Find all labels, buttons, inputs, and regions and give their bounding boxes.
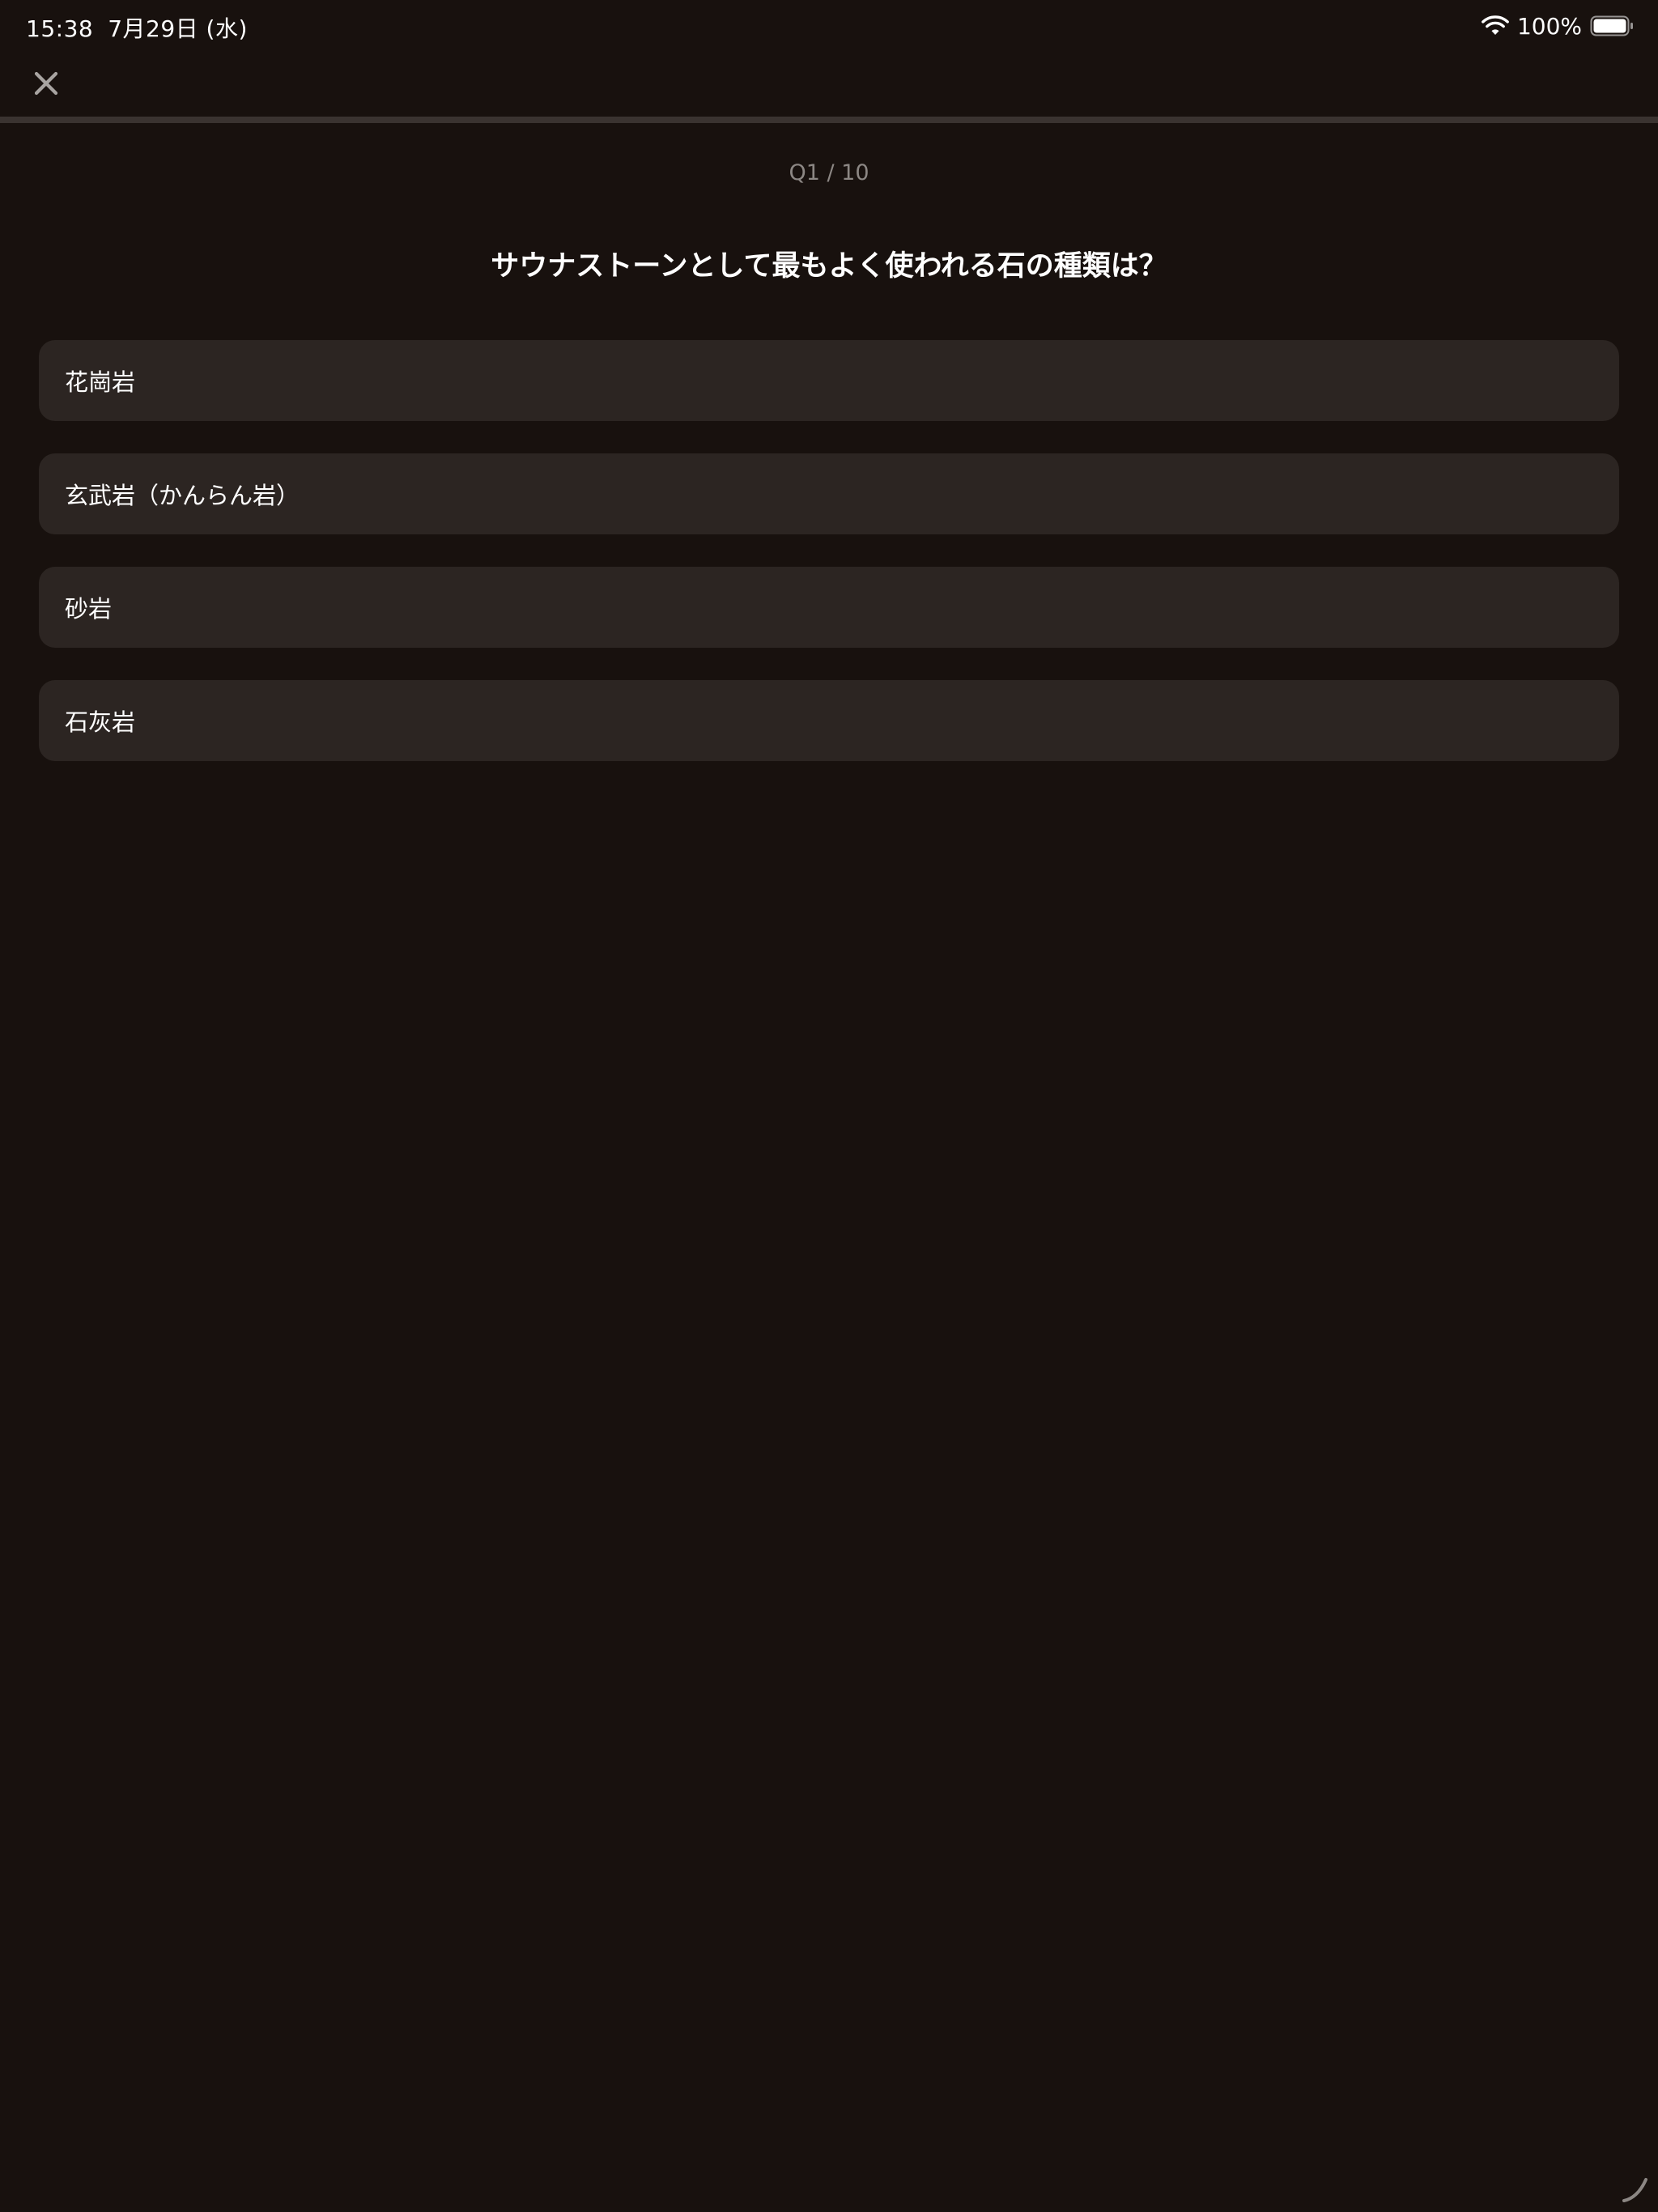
close-icon <box>34 71 58 96</box>
question-text: サウナストーンとして最もよく使われる石の種類は？ <box>491 250 1167 283</box>
question-counter: Q1 / 10 <box>789 160 869 185</box>
answer-options: 花崗岩 玄武岩（かんらん岩） 砂岩 石灰岩 <box>39 340 1619 793</box>
answer-option-label: 砂岩 <box>65 595 113 623</box>
status-indicators: 100% <box>1482 10 1634 42</box>
answer-option-1[interactable]: 花崗岩 <box>39 340 1619 421</box>
wifi-icon <box>1482 15 1509 35</box>
status-bar: 15:38 7月29日 (水) 100% <box>0 0 1658 52</box>
close-button[interactable] <box>24 62 68 105</box>
status-date: 7月29日 (水) <box>108 15 248 42</box>
answer-option-label: 石灰岩 <box>65 708 136 736</box>
status-time-date: 15:38 7月29日 (水) <box>26 11 248 44</box>
answer-option-3[interactable]: 砂岩 <box>39 567 1619 648</box>
battery-icon <box>1590 15 1633 36</box>
status-time: 15:38 <box>26 15 94 42</box>
answer-option-2[interactable]: 玄武岩（かんらん岩） <box>39 453 1619 534</box>
answer-option-label: 玄武岩（かんらん岩） <box>65 482 300 509</box>
quiz-progress-bar <box>0 117 1658 123</box>
pencil-hint-icon <box>1622 2178 1647 2202</box>
battery-percent: 100% <box>1516 12 1582 40</box>
answer-option-4[interactable]: 石灰岩 <box>39 680 1619 761</box>
answer-option-label: 花崗岩 <box>65 368 136 396</box>
